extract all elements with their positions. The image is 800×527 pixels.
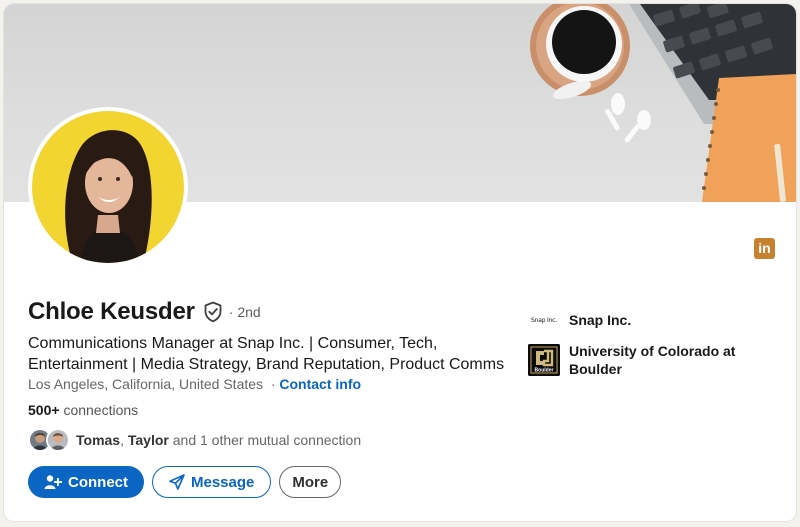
add-person-icon (44, 474, 62, 490)
profile-actions: Connect Message More (28, 466, 342, 498)
mutual-avatar (46, 428, 70, 452)
profile-headline: Communications Manager at Snap Inc. | Co… (28, 335, 505, 373)
mutual-sep: , (120, 432, 128, 448)
current-company[interactable]: Snap Inc. Snap Inc. (528, 304, 759, 336)
snap-logo: Snap Inc. (528, 304, 560, 336)
mutual-connections-text: Tomas, Taylor and 1 other mutual connect… (76, 432, 361, 448)
connections-number: 500+ (28, 402, 60, 418)
profile-location: Los Angeles, California, United States (28, 376, 264, 392)
profile-photo-image (32, 111, 184, 263)
more-button[interactable]: More (279, 466, 342, 498)
mutual-rest: and 1 other mutual connection (168, 432, 362, 448)
mutual-connections[interactable]: Tomas, Taylor and 1 other mutual connect… (28, 428, 361, 452)
shield-check-icon[interactable] (203, 301, 223, 323)
mutual-name: Taylor (127, 432, 169, 448)
connections-label: connections (63, 402, 139, 418)
connect-label: Connect (68, 473, 128, 491)
school-name: University of Colorado at Boulder (569, 343, 736, 377)
message-button[interactable]: Message (152, 466, 272, 498)
name-row: Chloe Keusder · 2nd (28, 298, 261, 326)
connect-button[interactable]: Connect (28, 466, 144, 498)
connection-degree: · 2nd (228, 304, 261, 320)
school-logo-text: Boulder (535, 368, 554, 374)
connections-count[interactable]: 500+ connections (28, 402, 138, 418)
send-icon (169, 474, 185, 490)
education-school[interactable]: Boulder University of Colorado at Boulde… (528, 342, 759, 378)
location-separator: · (270, 376, 276, 392)
profile-photo[interactable] (28, 107, 188, 267)
profile-name: Chloe Keusder (28, 298, 195, 325)
cu-boulder-logo: Boulder (528, 344, 560, 376)
contact-info-link[interactable]: Contact info (279, 376, 361, 392)
profile-card: in Chloe Keusder · 2nd Communications Ma… (4, 4, 796, 521)
location-row: Los Angeles, California, United States ·… (28, 376, 361, 392)
message-label: Message (191, 473, 255, 491)
mutual-name: Tomas (76, 432, 121, 448)
company-name: Snap Inc. (569, 312, 632, 328)
linkedin-icon[interactable]: in (754, 238, 775, 259)
